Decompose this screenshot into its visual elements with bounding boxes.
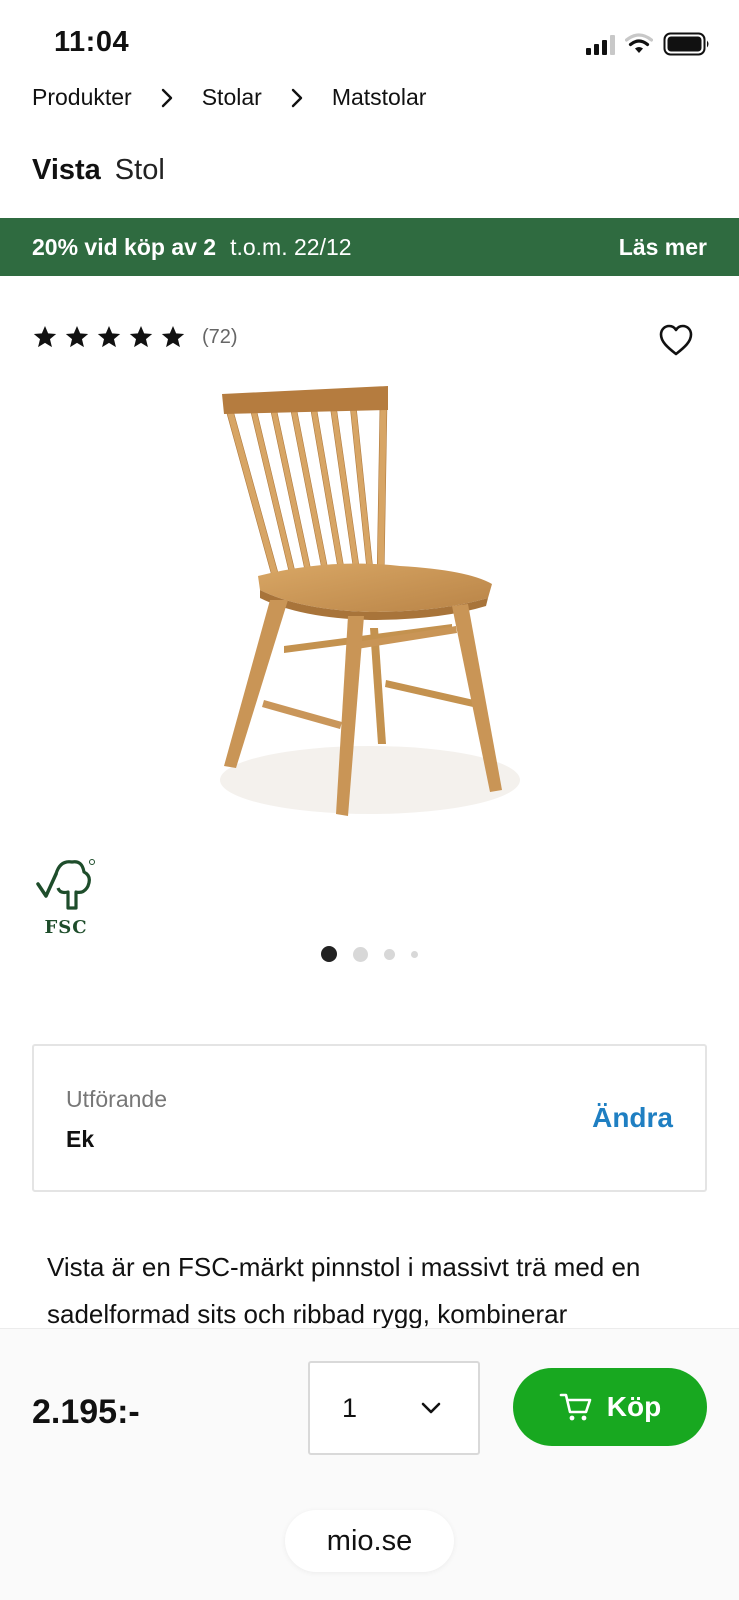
change-variant-button[interactable]: Ändra [592, 1102, 673, 1134]
carousel-dot-active[interactable] [321, 946, 337, 962]
star-icon [129, 325, 153, 348]
status-time: 11:04 [54, 26, 130, 58]
price: 2.195:- [32, 1393, 140, 1431]
chevron-right-icon [290, 87, 304, 109]
product-description: Vista är en FSC-märkt pinnstol i massivt… [47, 1244, 707, 1338]
breadcrumb: Produkter Stolar Matstolar [32, 84, 426, 111]
description-line: Vista är en FSC-märkt pinnstol i massivt… [47, 1252, 641, 1282]
quantity-select[interactable]: 1 [308, 1361, 480, 1455]
chair-image[interactable] [200, 380, 530, 840]
chevron-right-icon [160, 87, 174, 109]
url-bar[interactable]: mio.se [285, 1510, 454, 1572]
variant-selector[interactable]: Utförande Ek Ändra [32, 1044, 707, 1192]
carousel-dot[interactable] [384, 948, 395, 960]
carousel-dot[interactable] [353, 946, 368, 962]
tree-check-icon [36, 859, 95, 910]
breadcrumb-item-matstolar[interactable]: Matstolar [332, 84, 427, 111]
rating-count: (72) [202, 325, 238, 348]
star-icon [65, 325, 89, 348]
buy-button[interactable]: Köp [513, 1368, 707, 1446]
wifi-icon [625, 33, 653, 53]
rating[interactable]: (72) [32, 324, 238, 350]
promo-headline: 20% vid köp av 2 [32, 233, 217, 260]
carousel-dot[interactable] [411, 950, 418, 958]
star-icon [97, 325, 121, 348]
star-icon [161, 325, 185, 348]
promo-date: t.o.m. 22/12 [230, 233, 352, 260]
variant-value: Ek [66, 1126, 95, 1152]
cart-icon [559, 1393, 592, 1421]
quantity-value: 1 [342, 1393, 358, 1423]
status-bar: 11:04 [0, 0, 739, 80]
promo-banner[interactable]: 20% vid köp av 2 t.o.m. 22/12 Läs mer [0, 218, 739, 276]
buy-button-label: Köp [606, 1391, 662, 1422]
battery-icon [663, 32, 709, 56]
cellular-signal-icon [586, 33, 615, 55]
product-name: Vista [32, 154, 101, 186]
star-icon [33, 325, 57, 348]
url-text: mio.se [326, 1524, 413, 1557]
read-more-link[interactable]: Läs mer [619, 234, 707, 261]
fsc-logo: FSC [34, 856, 98, 938]
page-title: Vista Stol [32, 154, 165, 187]
status-icons [586, 32, 711, 56]
product-type: Stol [114, 154, 165, 186]
breadcrumb-item-stolar[interactable]: Stolar [202, 84, 262, 111]
carousel-dots [0, 946, 739, 962]
heart-icon[interactable] [658, 323, 694, 357]
fsc-label: FSC [44, 917, 88, 938]
breadcrumb-item-produkter[interactable]: Produkter [32, 84, 132, 111]
variant-label: Utförande [66, 1086, 168, 1112]
chevron-down-icon [421, 1402, 441, 1414]
